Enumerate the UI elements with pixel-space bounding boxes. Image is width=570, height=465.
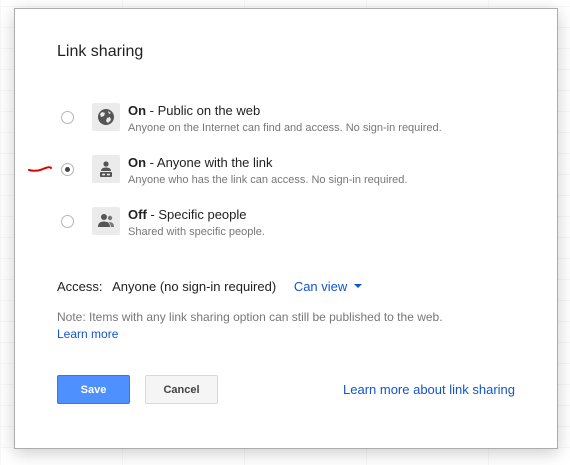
option-description: Anyone who has the link can access. No s… <box>128 174 408 186</box>
option-label: - Specific people <box>146 207 247 222</box>
red-annotation-mark <box>28 166 52 172</box>
option-anyone-with-link[interactable]: On - Anyone with the link Anyone who has… <box>55 154 495 194</box>
option-description: Anyone on the Internet can find and acce… <box>128 122 442 134</box>
option-label: - Anyone with the link <box>146 155 273 170</box>
person-link-icon <box>92 155 120 183</box>
link-sharing-dialog: Link sharing On - Public on the web Anyo… <box>14 8 558 449</box>
permission-dropdown[interactable]: Can view <box>293 279 363 294</box>
option-state: On <box>128 155 147 170</box>
learn-more-sharing-link[interactable]: Learn more about link sharing <box>343 382 515 397</box>
publish-note: Note: Items with any link sharing option… <box>57 310 443 324</box>
access-label: Access: <box>57 279 103 294</box>
radio-specific-people[interactable] <box>61 215 74 228</box>
option-description: Shared with specific people. <box>128 226 265 238</box>
radio-public-on-web[interactable] <box>61 111 74 124</box>
option-specific-people[interactable]: Off - Specific people Shared with specif… <box>55 206 495 246</box>
radio-anyone-with-link[interactable] <box>61 163 74 176</box>
access-value: Anyone (no sign-in required) <box>112 279 277 294</box>
people-icon <box>92 207 120 235</box>
learn-more-link[interactable]: Learn more <box>57 327 118 341</box>
cancel-button[interactable]: Cancel <box>145 375 218 404</box>
caret-down-icon <box>354 283 363 288</box>
permission-label: Can view <box>293 279 348 294</box>
option-public-on-web[interactable]: On - Public on the web Anyone on the Int… <box>55 102 495 142</box>
globe-icon <box>92 103 120 131</box>
option-label: - Public on the web <box>146 103 261 118</box>
access-row: Access: Anyone (no sign-in required) Can… <box>57 279 363 294</box>
option-state: On <box>128 103 147 118</box>
save-button[interactable]: Save <box>57 375 130 404</box>
dialog-title: Link sharing <box>57 43 144 60</box>
option-state: Off <box>128 207 147 222</box>
